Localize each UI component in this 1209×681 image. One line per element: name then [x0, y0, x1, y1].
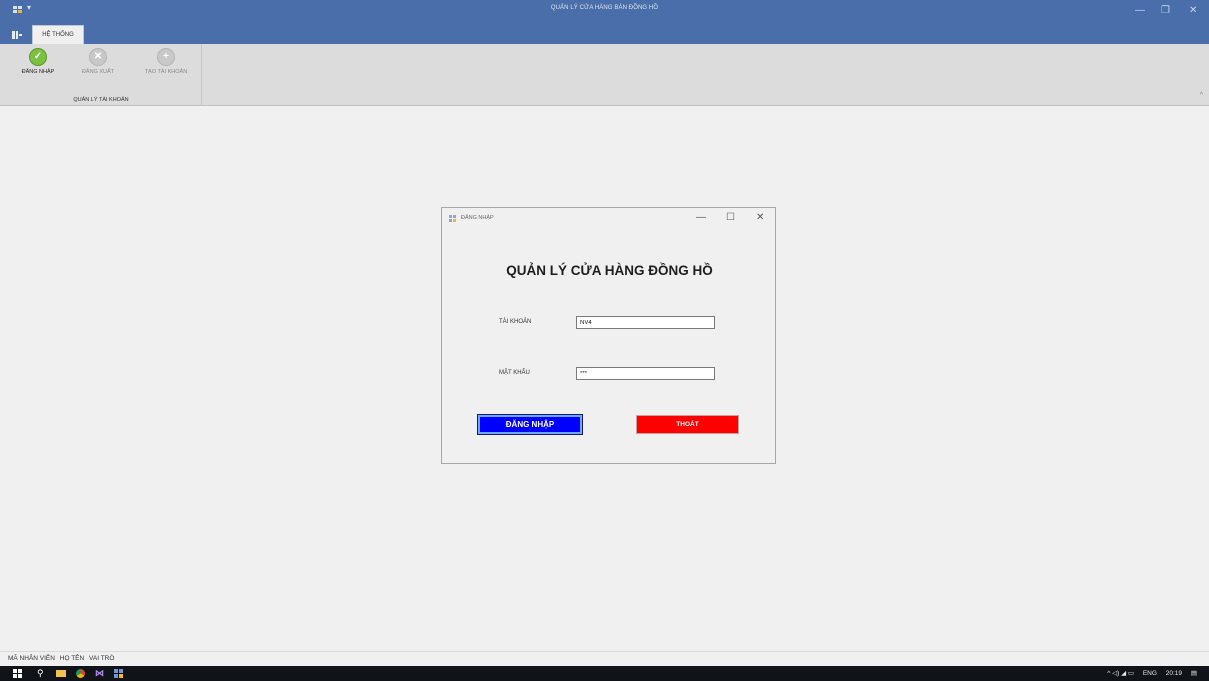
taskbar: ⚲ ⋈ ^ ◁) ◢ ▭ ENG 20:19 ▤ [0, 666, 1209, 681]
dialog-title: ĐĂNG NHẬP [461, 215, 494, 221]
chrome-icon[interactable] [76, 669, 85, 678]
password-input[interactable] [576, 367, 715, 380]
tab-he-thong[interactable]: HỆ THỐNG [32, 25, 84, 44]
dialog-maximize-button[interactable]: ☐ [726, 213, 735, 223]
minimize-button[interactable]: — [1135, 6, 1145, 16]
create-account-ribbon-label: TẠO TÀI KHOẢN [144, 69, 188, 75]
maximize-button[interactable]: ❐ [1161, 6, 1170, 16]
application-menu-icon[interactable] [12, 31, 22, 39]
plus-circle-icon: + [157, 48, 175, 66]
status-employee-id: MÃ NHÂN VIÊN [8, 655, 55, 662]
clock[interactable]: 20:19 [1166, 670, 1182, 677]
visual-studio-icon[interactable]: ⋈ [95, 669, 104, 678]
login-ribbon-button[interactable]: ✓ ĐĂNG NHẬP [10, 48, 66, 92]
notification-icon[interactable]: ▤ [1191, 670, 1197, 677]
dialog-close-button[interactable]: ✕ [756, 213, 764, 223]
system-tray: ^ ◁) ◢ ▭ ENG 20:19 ▤ [1100, 669, 1197, 677]
ribbon-group-account: ✓ ĐĂNG NHẬP ✕ ĐĂNG XUẤT + TẠO TÀI KHOẢN … [0, 44, 202, 105]
dialog-minimize-button[interactable]: — [696, 213, 706, 223]
login-dialog: ĐĂNG NHẬP — ☐ ✕ QUẢN LÝ CỬA HÀNG ĐỒNG HỒ… [441, 207, 776, 464]
status-full-name: HỌ TÊN [59, 655, 85, 662]
window-title: QUẢN LÝ CỬA HÀNG BÁN ĐỒNG HỒ [550, 5, 659, 11]
collapse-ribbon-icon[interactable]: ^ [1200, 92, 1203, 99]
check-icon: ✓ [29, 48, 47, 66]
file-explorer-icon[interactable] [56, 670, 66, 677]
exit-button[interactable]: THOÁT [636, 415, 739, 434]
password-label: MẬT KHẨU [499, 370, 530, 376]
username-label: TÀI KHOẢN [499, 319, 532, 325]
x-circle-icon: ✕ [89, 48, 107, 66]
tray-icons[interactable]: ^ ◁) ◢ ▭ [1107, 670, 1134, 677]
language-indicator[interactable]: ENG [1143, 670, 1157, 677]
close-button[interactable]: ✕ [1189, 6, 1197, 16]
ribbon-group-label: QUẢN LÝ TÀI KHOẢN [73, 97, 129, 103]
status-bar: MÃ NHÂN VIÊN HỌ TÊN VAI TRÒ [0, 651, 1209, 666]
app-taskbar-icon[interactable] [114, 669, 123, 678]
ribbon: ✓ ĐĂNG NHẬP ✕ ĐĂNG XUẤT + TẠO TÀI KHOẢN … [0, 44, 1209, 106]
create-account-ribbon-button[interactable]: + TẠO TÀI KHOẢN [138, 48, 194, 92]
dialog-heading: QUẢN LÝ CỬA HÀNG ĐỒNG HỒ [506, 263, 713, 278]
status-role: VAI TRÒ [89, 655, 115, 662]
dialog-app-icon [449, 215, 458, 223]
username-input[interactable] [576, 316, 715, 329]
start-icon[interactable] [13, 669, 22, 678]
title-bar: ▾ QUẢN LÝ CỬA HÀNG BÁN ĐỒNG HỒ — ❐ ✕ HỆ … [0, 0, 1209, 44]
search-icon[interactable]: ⚲ [37, 669, 46, 678]
logout-ribbon-label: ĐĂNG XUẤT [81, 69, 115, 75]
login-ribbon-label: ĐĂNG NHẬP [21, 69, 55, 75]
logout-ribbon-button[interactable]: ✕ ĐĂNG XUẤT [70, 48, 126, 92]
login-button[interactable]: ĐĂNG NHẬP [477, 414, 583, 435]
